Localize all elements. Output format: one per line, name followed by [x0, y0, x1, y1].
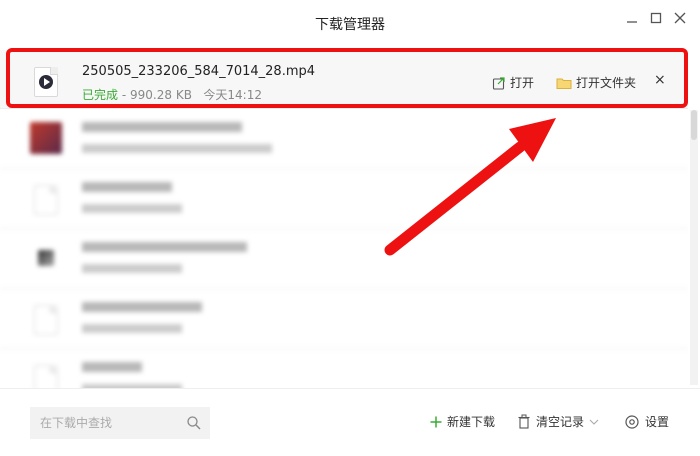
download-item-blurred[interactable]	[0, 168, 688, 229]
file-icon	[34, 365, 58, 388]
download-meta: 已完成 - 990.28 KB 今天14:12	[82, 86, 262, 103]
new-download-button[interactable]: 新建下载	[430, 413, 495, 430]
footer-bar: 新建下载 清空记录 设置	[0, 388, 700, 456]
open-label: 打开	[510, 76, 535, 90]
video-file-icon	[34, 67, 58, 97]
open-external-icon	[492, 76, 505, 90]
minimize-button[interactable]	[622, 8, 642, 28]
scrollbar-thumb[interactable]	[691, 110, 697, 140]
close-icon	[674, 12, 686, 24]
window-close-button[interactable]	[670, 8, 690, 28]
title-bar: 下载管理器	[0, 0, 700, 48]
minimize-icon	[627, 21, 637, 23]
download-time: 今天14:12	[203, 88, 262, 102]
settings-label: 设置	[645, 415, 670, 429]
image-thumbnail	[30, 122, 62, 154]
meta-separator: -	[121, 88, 127, 102]
remove-item-button[interactable]: ×	[654, 72, 666, 88]
download-item-blurred[interactable]	[0, 288, 688, 349]
maximize-icon	[650, 12, 662, 24]
settings-button[interactable]: 设置	[624, 413, 669, 430]
list-scrollbar[interactable]	[690, 110, 698, 385]
download-list: 250505_233206_584_7014_28.mp4 已完成 - 990.…	[0, 48, 688, 388]
download-item-blurred[interactable]	[0, 348, 688, 388]
download-item-blurred[interactable]	[0, 108, 688, 169]
video-thumbnail	[38, 250, 54, 266]
download-filename: 250505_233206_584_7014_28.mp4	[82, 64, 316, 79]
gear-icon	[625, 414, 639, 429]
new-download-label: 新建下载	[447, 415, 496, 429]
open-file-button[interactable]: 打开	[492, 74, 534, 91]
close-icon: ×	[654, 72, 666, 88]
file-icon	[34, 185, 58, 215]
open-folder-button[interactable]: 打开文件夹	[556, 74, 636, 91]
chevron-down-icon[interactable]	[589, 418, 599, 426]
clear-records-button[interactable]: 清空记录	[517, 413, 599, 430]
clear-records-label: 清空记录	[536, 415, 585, 429]
plus-icon	[430, 416, 442, 427]
window-title: 下载管理器	[315, 17, 385, 33]
download-item-blurred[interactable]	[0, 228, 688, 289]
search-input[interactable]	[30, 407, 210, 439]
status-badge: 已完成	[82, 88, 119, 102]
open-folder-label: 打开文件夹	[576, 76, 637, 90]
folder-icon	[556, 78, 572, 89]
trash-icon	[518, 414, 530, 429]
download-item[interactable]: 250505_233206_584_7014_28.mp4 已完成 - 990.…	[0, 50, 688, 109]
search-icon[interactable]	[186, 415, 202, 431]
file-size: 990.28 KB	[130, 88, 192, 102]
file-icon	[34, 305, 58, 335]
maximize-button[interactable]	[646, 8, 666, 28]
